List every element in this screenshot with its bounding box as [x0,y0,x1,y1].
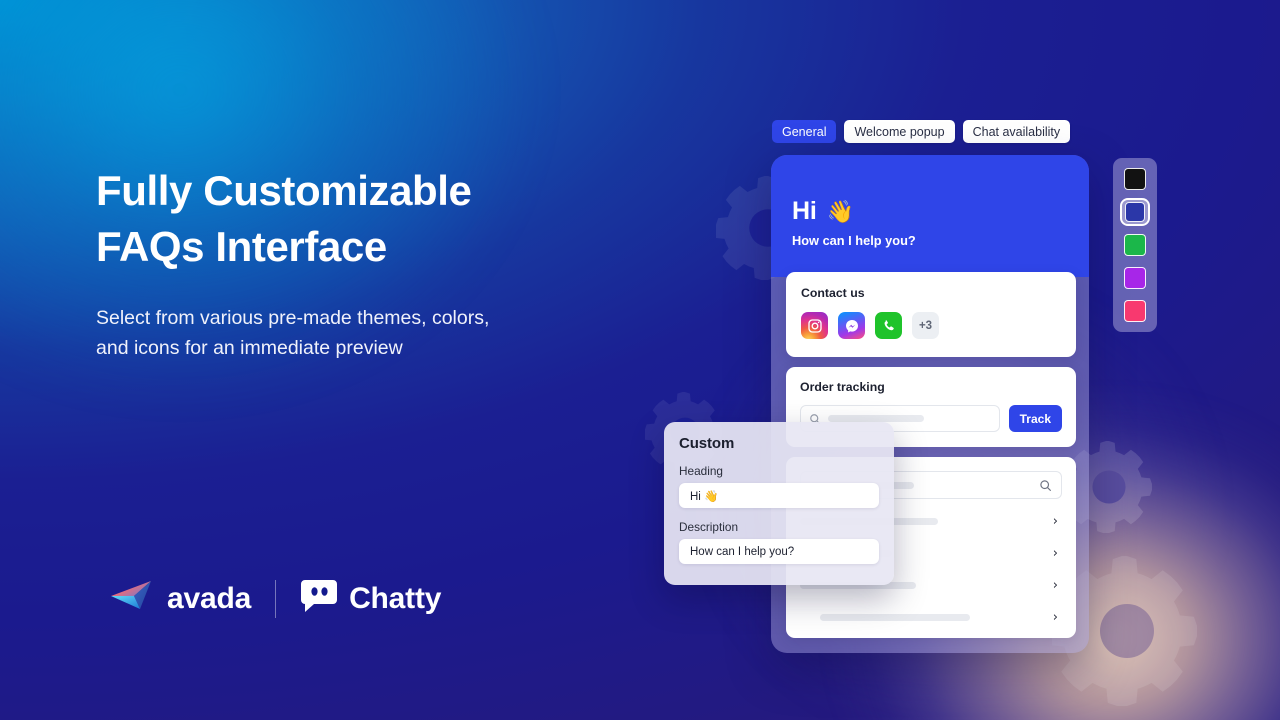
color-swatch-black[interactable] [1122,167,1148,191]
description-input[interactable]: How can I help you? [679,539,879,564]
avada-brand: avada [110,579,251,618]
instagram-icon[interactable] [801,312,828,339]
chevron-right-icon: › [1052,513,1058,529]
brand-divider [275,579,277,618]
settings-tabs: General Welcome popup Chat availability [772,120,1071,143]
chat-bubble-icon [300,578,338,619]
contact-channel-list: +3 [801,312,1061,339]
input-skeleton [828,415,924,422]
faq-item-skeleton [820,613,970,621]
more-channels-chip[interactable]: +3 [912,312,939,339]
avada-wordmark: avada [167,581,252,615]
custom-settings-panel: Custom Heading Hi 👋 Description How can … [664,422,894,585]
heading-field-label: Heading [679,464,723,478]
color-swatch-blue[interactable] [1122,200,1148,224]
contact-us-title: Contact us [801,286,865,300]
chevron-right-icon: › [1052,609,1058,625]
page-title: Fully Customizable FAQs Interface [96,163,656,275]
swatch-fill [1124,168,1146,190]
search-icon [1040,479,1051,491]
color-swatch-pink[interactable] [1122,299,1148,323]
color-swatch-green[interactable] [1122,233,1148,257]
headline-line-2: FAQs Interface [96,223,387,270]
custom-panel-title: Custom [679,435,735,452]
heading-input[interactable]: Hi 👋 [679,483,879,508]
widget-greeting-text: Hi [792,197,817,225]
chevron-right-icon: › [1052,545,1058,561]
chatty-brand: Chatty [300,578,441,619]
messenger-icon[interactable] [838,312,865,339]
headline-line-1: Fully Customizable [96,167,472,214]
track-button[interactable]: Track [1008,405,1062,432]
faq-list-item[interactable]: › [800,601,1062,633]
swatch-fill [1124,234,1146,256]
chatty-wordmark: Chatty [349,581,442,615]
swatch-fill [1124,300,1146,322]
description-field-label: Description [679,520,739,534]
hero-banner: Fully Customizable FAQs Interface Select… [0,0,1280,720]
chevron-right-icon: › [1052,577,1058,593]
tab-chat-availability[interactable]: Chat availability [962,120,1071,143]
color-swatch-purple[interactable] [1122,266,1148,290]
wave-hand-icon: 👋 [826,198,854,224]
widget-subtitle: How can I help you? [792,233,916,248]
tab-general[interactable]: General [772,120,837,143]
hero-subcopy: Select from various pre-made themes, col… [96,307,490,359]
swatch-fill [1125,202,1145,222]
widget-greeting: Hi 👋 [792,197,854,226]
tab-welcome-popup[interactable]: Welcome popup [844,120,955,143]
order-tracking-title: Order tracking [800,380,885,394]
contact-us-card: Contact us +3 [786,272,1076,357]
avada-logo-icon [110,579,156,618]
swatch-fill [1124,267,1146,289]
phone-icon[interactable] [875,312,902,339]
brand-lockup: avada Chatty [110,578,441,619]
color-palette [1113,158,1157,332]
